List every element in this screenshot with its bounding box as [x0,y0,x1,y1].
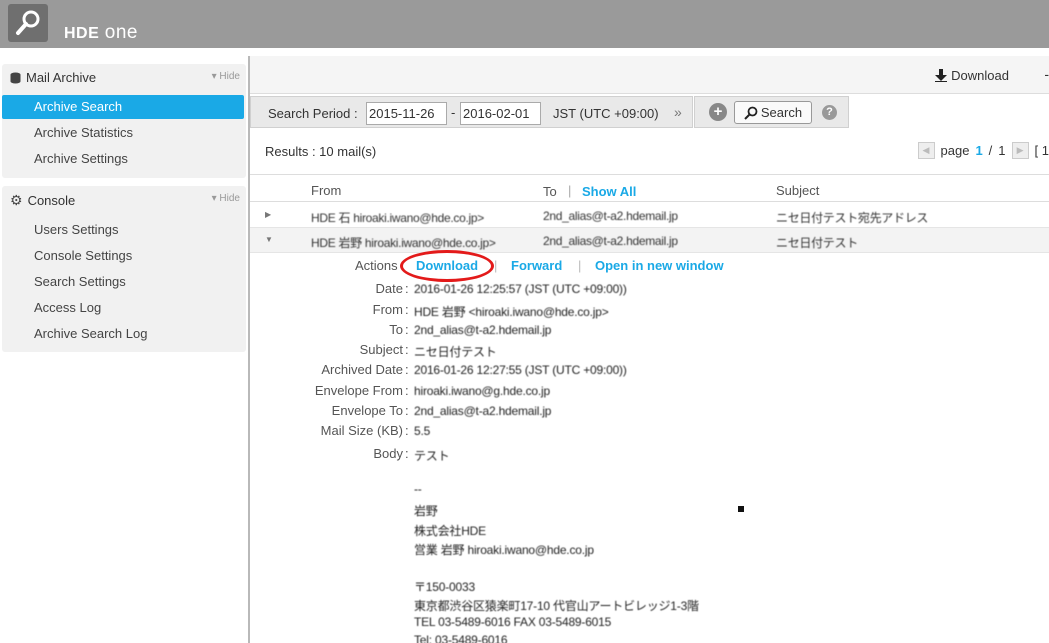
field-label-from: From [372,302,403,317]
field-label-date: Date [375,281,403,296]
field-value-subject: ニセ日付テスト [414,345,497,359]
show-all-link[interactable]: Show All [582,184,636,199]
field-value-archived-date: 2016-01-26 12:27:55 (JST (UTC +09:00)) [414,363,627,377]
sidebar-item-archive-statistics[interactable]: Archive Statistics [2,121,244,145]
sidebar-item-archive-search-log[interactable]: Archive Search Log [2,322,244,346]
field-value-date: 2016-01-26 12:25:57 (JST (UTC +09:00)) [414,282,627,296]
date-separator: - [451,105,456,120]
toolbar: Download ‐ [250,56,1049,94]
field-value-envelope-from: hiroaki.iwano@g.hde.co.jp [414,384,550,398]
sidebar-section-console: ⚙ Console ▾ Hide Users Settings Console … [2,186,246,352]
download-button[interactable]: Download [935,68,1009,83]
action-separator: | [494,258,498,273]
mail-row[interactable]: ▼ HDE 岩野 hiroaki.iwano@hde.co.jp> 2nd_al… [250,228,1049,253]
actions-label: Actions [355,258,398,273]
sidebar-section-mail-archive: Mail Archive ▾ Hide Archive Search Archi… [2,64,246,178]
forward-action-link[interactable]: Forward [511,258,562,273]
page-total: 1 [998,143,1006,158]
gear-icon: ⚙ [10,192,23,208]
body-line: -- [414,482,422,496]
body-line: 東京都渋谷区猿楽町17-10 代官山アートビレッジ1-3階 [414,599,699,613]
list-header: From To | Show All Subject [250,174,1049,202]
body-line: 株式会社HDE [414,524,486,538]
date-from-input[interactable] [366,102,447,125]
collapse-icon[interactable]: ▼ [265,235,273,244]
column-separator: | [568,183,572,198]
page-range: [ 1 [1034,143,1049,158]
field-label-archived-date: Archived Date [321,362,403,377]
sidebar: Mail Archive ▾ Hide Archive Search Archi… [0,56,248,643]
download-action-link[interactable]: Download [416,258,478,273]
hide-toggle[interactable]: ▾ Hide [212,71,240,82]
field-label-subject: Subject [359,342,403,357]
mail-to: 2nd_alias@t-a2.hdemail.jp [543,209,678,223]
mail-row[interactable]: ▶ HDE 石 hiroaki.iwano@hde.co.jp> 2nd_ali… [250,203,1049,228]
search-period-box: Search Period : - JST (UTC +09:00) » [250,96,693,128]
body-line: 岩野 [414,504,438,518]
body-line: 〒150-0033 [414,580,475,594]
search-icon [16,10,40,35]
column-subject: Subject [776,183,820,198]
expand-icon[interactable]: ▶ [265,210,271,219]
app-header: HDE one [0,0,1049,48]
column-from: From [311,183,342,198]
body-line: Tel: 03-5489-6016 [414,633,508,643]
page-separator: / [988,143,993,158]
logo[interactable] [8,4,48,42]
download-icon [935,69,948,82]
search-icon [744,106,758,120]
field-label-body: Body [373,446,403,461]
mail-detail: Actions Download | Forward | Open in new… [250,250,1049,643]
sidebar-heading-console[interactable]: ⚙ Console [10,192,75,209]
field-value-from: HDE 岩野 <hiroaki.iwano@hde.co.jp> [414,305,609,319]
body-line: 営業 岩野 hiroaki.iwano@hde.co.jp [414,543,594,557]
search-bar: Search Period : - JST (UTC +09:00) » + S… [250,94,1049,130]
field-label-envelope-from: Envelope From [314,383,403,398]
field-value-envelope-to: 2nd_alias@t-a2.hdemail.jp [414,404,552,418]
next-page-icon[interactable]: ▶ [1011,142,1029,159]
timezone-label: JST (UTC +09:00) [553,106,659,121]
date-to-input[interactable] [460,102,541,125]
field-value-body: テスト [414,449,450,463]
sidebar-item-search-settings[interactable]: Search Settings [2,270,244,294]
brand-name: HDE one [64,22,138,43]
hide-toggle[interactable]: ▾ Hide [212,193,240,204]
mail-to: 2nd_alias@t-a2.hdemail.jp [543,234,678,248]
mail-subject: ニセ日付テスト宛先アドレス [776,211,929,225]
mail-subject: ニセ日付テスト [776,236,858,250]
mail-from: HDE 岩野 hiroaki.iwano@hde.co.jp> [311,236,496,250]
prev-page-icon[interactable]: ◀ [917,142,935,159]
pagination: ◀ page 1 / 1 ▶ [ 1 [917,142,1049,159]
action-separator: | [578,258,582,273]
help-icon[interactable]: ? [822,105,837,120]
body-line: TEL 03-5489-6016 FAX 03-5489-6015 [414,615,612,629]
field-label-to: To [389,322,403,337]
column-to: To [543,184,557,199]
results-count: Results : 10 mail(s) [265,144,377,159]
field-value-to: 2nd_alias@t-a2.hdemail.jp [414,323,552,337]
add-condition-icon[interactable]: + [709,103,727,121]
sidebar-item-archive-search[interactable]: Archive Search [2,95,244,119]
more-icon[interactable]: ‐ [1044,66,1049,82]
mail-from: HDE 石 hiroaki.iwano@hde.co.jp> [311,211,484,225]
field-label-mail-size: Mail Size (KB) [320,423,403,438]
results-bar: Results : 10 mail(s) ◀ page 1 / 1 ▶ [ 1 [250,134,1049,170]
database-icon [10,72,21,83]
search-actions: + Search ? [694,96,849,128]
sidebar-item-users-settings[interactable]: Users Settings [2,218,244,242]
text-cursor-mark [738,506,744,512]
sidebar-item-access-log[interactable]: Access Log [2,296,244,320]
field-label-envelope-to: Envelope To [331,403,403,418]
sidebar-item-console-settings[interactable]: Console Settings [2,244,244,268]
search-period-label: Search Period : [268,106,358,121]
field-value-mail-size: 5.5 [414,424,431,438]
sidebar-item-archive-settings[interactable]: Archive Settings [2,147,244,171]
main-panel: Download ‐ Search Period : - JST (UTC +0… [250,56,1049,643]
search-button[interactable]: Search [734,101,812,124]
page-label: page [940,143,970,158]
sidebar-heading-mail-archive[interactable]: Mail Archive [10,70,96,85]
open-new-window-link[interactable]: Open in new window [595,258,724,273]
page-current: 1 [975,143,983,158]
chevron-right-icon[interactable]: » [674,104,682,120]
